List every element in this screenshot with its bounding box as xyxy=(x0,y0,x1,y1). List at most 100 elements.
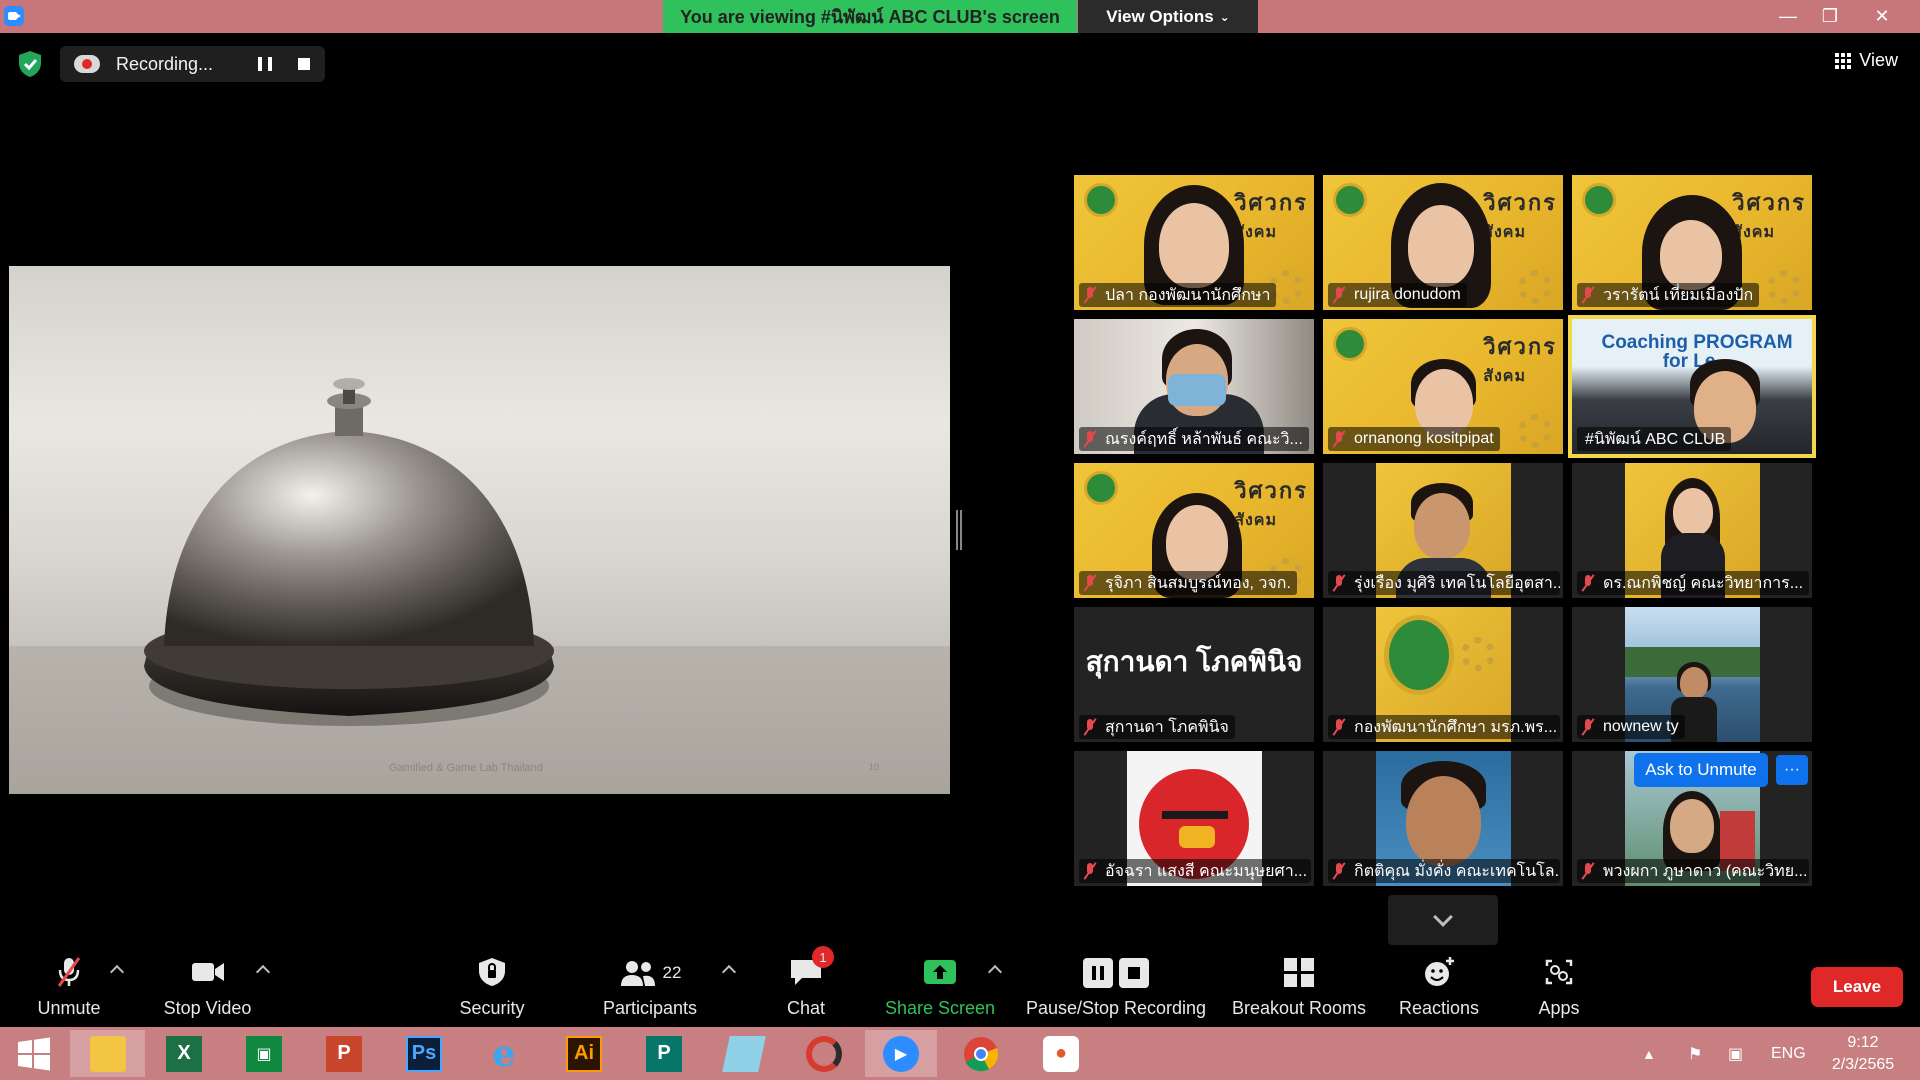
chevron-down-icon xyxy=(1433,907,1453,927)
participants-button[interactable]: 22 Participants xyxy=(598,945,702,1027)
video-tile[interactable]: วิศวกร สังคม ornanong kositpipat xyxy=(1323,319,1563,454)
video-tile[interactable]: วิศวกร สังคม ปลา กองพัฒนานักศึกษา xyxy=(1074,175,1314,310)
cloud-recording-icon xyxy=(74,55,100,73)
video-tile[interactable]: วิศวกร สังคม รุจิภา สินสมบูรณ์ทอง, วจก. xyxy=(1074,463,1314,598)
network-icon[interactable]: ▣ xyxy=(1728,1027,1743,1080)
participant-name-text: nownew ty xyxy=(1603,718,1679,735)
powerpoint-taskbar-button[interactable]: P xyxy=(315,1030,373,1077)
face-mask xyxy=(1168,374,1226,406)
participant-name-text: สุกานดา โภคพินิจ xyxy=(1105,718,1229,736)
mic-muted-icon xyxy=(1332,718,1346,736)
shared-screen[interactable]: Gamified & Game Lab Thailand 10 xyxy=(9,266,950,794)
publisher-taskbar-button[interactable]: P xyxy=(635,1030,693,1077)
minimize-button[interactable]: — xyxy=(1768,0,1808,33)
chrome-taskbar-button[interactable] xyxy=(952,1030,1010,1077)
close-button[interactable]: ✕ xyxy=(1862,0,1902,33)
windows-start-button[interactable] xyxy=(5,1030,63,1077)
system-clock[interactable]: 9:12 2/3/2565 xyxy=(1828,1027,1898,1080)
chat-label: Chat xyxy=(786,998,826,1018)
university-logo-icon xyxy=(1084,471,1118,505)
mic-muted-icon xyxy=(1332,862,1346,880)
participant-face xyxy=(1670,799,1714,853)
gear-decoration-icon xyxy=(1518,270,1552,304)
video-tile[interactable]: ดร.ณกพิชญ์ คณะวิทยาการ... xyxy=(1572,463,1812,598)
view-options-button[interactable]: View Options ⌄ xyxy=(1078,0,1258,33)
stop-video-button[interactable]: Stop Video xyxy=(160,945,255,1027)
coaching-banner: Coaching PROGRAM for Le... xyxy=(1601,332,1793,372)
pause-stop-recording-button[interactable]: Pause/Stop Recording xyxy=(1025,945,1207,1027)
university-logo-icon xyxy=(1333,327,1367,361)
video-tile[interactable]: nownew ty xyxy=(1572,607,1812,742)
leave-button[interactable]: Leave xyxy=(1811,967,1903,1007)
input-language[interactable]: ENG xyxy=(1771,1027,1806,1080)
stop-recording-button[interactable] xyxy=(298,58,310,70)
reactions-button[interactable]: Reactions xyxy=(1393,945,1485,1027)
participant-name: วรารัตน์ เที่ยมเมืองปัก xyxy=(1577,283,1760,307)
participant-name: ดร.ณกพิชญ์ คณะวิทยาการ... xyxy=(1577,571,1809,595)
paint-taskbar-button[interactable]: ● xyxy=(1032,1030,1090,1077)
mic-muted-icon xyxy=(1083,430,1097,448)
store-taskbar-button[interactable]: ▣ xyxy=(235,1030,293,1077)
participant-name: พวงผกา ภูษาดาว (คณะวิทย... xyxy=(1577,859,1809,883)
video-tile[interactable]: กิตติคุณ มั่งคั่ง คณะเทคโนโล... xyxy=(1323,751,1563,886)
video-options-caret[interactable] xyxy=(255,964,271,980)
mic-muted-icon xyxy=(1581,862,1595,880)
gallery-next-page-button[interactable] xyxy=(1388,895,1498,945)
participants-options-caret[interactable] xyxy=(721,964,737,980)
powerpoint-icon: P xyxy=(326,1035,362,1072)
participant-name-text: #นิพัฒน์ ABC CLUB xyxy=(1585,430,1726,448)
brand-banner: วิศวกร สังคม xyxy=(1234,185,1308,245)
photoscape-taskbar-button[interactable] xyxy=(795,1030,853,1077)
brand-banner: วิศวกร สังคม xyxy=(1483,329,1557,389)
split-resize-handle[interactable] xyxy=(956,510,962,550)
tile-more-options-button[interactable]: ··· xyxy=(1776,755,1808,785)
restore-button[interactable]: ❐ xyxy=(1810,0,1850,33)
video-tile[interactable]: อัจฉรา แสงสี คณะมนุษยศา... xyxy=(1074,751,1314,886)
video-tile[interactable]: สุกานดา โภคพินิจ สุกานดา โภคพินิจ xyxy=(1074,607,1314,742)
mic-muted-icon xyxy=(1083,718,1097,736)
participant-name-text: rujira donudom xyxy=(1354,286,1461,303)
notepad-taskbar-button[interactable] xyxy=(715,1030,773,1077)
video-tile-active-speaker[interactable]: Coaching PROGRAM for Le... #นิพัฒน์ ABC … xyxy=(1568,315,1816,458)
pause-stop-recording-label: Pause/Stop Recording xyxy=(1025,998,1207,1018)
ask-to-unmute-button[interactable]: Ask to Unmute xyxy=(1634,753,1768,787)
windows-taskbar: X ▣ P Ps e Ai P ▶ ● ▲ ⚑ ▣ ENG 9:12 2/3/2… xyxy=(0,1027,1920,1080)
zoom-taskbar-button[interactable]: ▶ xyxy=(865,1030,937,1077)
tray-overflow-caret-icon[interactable]: ▲ xyxy=(1642,1027,1656,1080)
unmute-button[interactable]: Unmute xyxy=(30,945,108,1027)
video-tile[interactable]: กองพัฒนานักศึกษา มรภ.พร... xyxy=(1323,607,1563,742)
folder-icon xyxy=(89,1035,126,1072)
action-center-flag-icon[interactable]: ⚑ xyxy=(1688,1027,1702,1080)
illustrator-taskbar-button[interactable]: Ai xyxy=(555,1030,613,1077)
video-tile[interactable]: ณรงค์ฤทธิ์ หล้าพันธ์ คณะวิ... xyxy=(1074,319,1314,454)
participants-icon-group: 22 xyxy=(619,958,681,988)
share-screen-button[interactable]: Share Screen xyxy=(884,945,996,1027)
internet-explorer-taskbar-button[interactable]: e xyxy=(475,1030,533,1077)
apps-icon xyxy=(1545,959,1573,985)
participant-name: สุกานดา โภคพินิจ xyxy=(1079,715,1235,739)
pause-recording-button[interactable] xyxy=(258,57,272,71)
gear-decoration-icon xyxy=(1461,637,1495,671)
excel-taskbar-button[interactable]: X xyxy=(155,1030,213,1077)
apps-button[interactable]: Apps xyxy=(1533,945,1585,1027)
recording-status: Recording... xyxy=(116,53,214,74)
security-shield-icon xyxy=(479,958,505,986)
security-shield-icon[interactable] xyxy=(18,50,42,78)
participant-name: กิตติคุณ มั่งคั่ง คณะเทคโนโล... xyxy=(1328,859,1560,883)
participant-face xyxy=(1408,205,1474,287)
video-tile[interactable]: รุ่งเรือง มุศิริ เทคโนโลยีอุตสา... xyxy=(1323,463,1563,598)
participant-face xyxy=(1166,505,1228,580)
photoshop-taskbar-button[interactable]: Ps xyxy=(395,1030,453,1077)
video-tile[interactable]: วิศวกร สังคม วรารัตน์ เที่ยมเมืองปัก xyxy=(1572,175,1812,310)
file-explorer-taskbar-button[interactable] xyxy=(70,1030,145,1077)
breakout-rooms-button[interactable]: Breakout Rooms xyxy=(1230,945,1368,1027)
participant-name-text: ดร.ณกพิชญ์ คณะวิทยาการ... xyxy=(1603,574,1804,592)
brand-subtitle: สังคม xyxy=(1732,224,1776,241)
view-button[interactable]: View xyxy=(1835,50,1898,71)
audio-options-caret[interactable] xyxy=(109,964,125,980)
video-tile[interactable]: วิศวกร สังคม rujira donudom xyxy=(1323,175,1563,310)
security-button[interactable]: Security xyxy=(453,945,531,1027)
clock-date: 2/3/2565 xyxy=(1831,1055,1895,1073)
participant-name-text: อัจฉรา แสงสี คณะมนุษยศา... xyxy=(1105,862,1308,880)
chat-button[interactable]: 1 Chat xyxy=(780,945,834,1027)
